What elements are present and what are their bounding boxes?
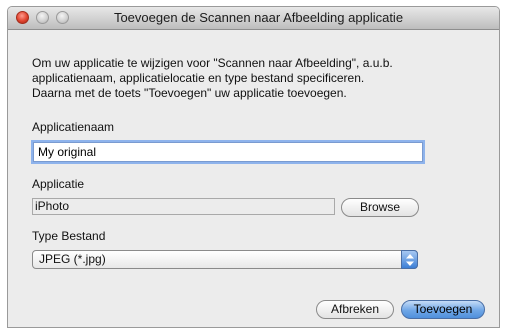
close-icon[interactable] [16,11,29,24]
file-type-select[interactable]: JPEG (*.jpg) [32,250,418,269]
instructions-line-2: applicatienaam, applicatielocatie en typ… [32,71,365,85]
instructions-text: Om uw applicatie te wijzigen voor "Scann… [32,56,472,101]
dialog-window: Toevoegen de Scannen naar Afbeelding app… [7,6,500,328]
cancel-button[interactable]: Afbreken [316,300,394,319]
title-bar: Toevoegen de Scannen naar Afbeelding app… [8,7,499,30]
updown-arrows-icon [401,250,418,269]
instructions-line-3: Daarna met de toets "Toevoegen" uw appli… [32,86,347,100]
zoom-icon[interactable] [56,11,69,24]
app-name-label: Applicatienaam [32,120,115,134]
application-label: Applicatie [32,177,85,191]
instructions-line-1: Om uw applicatie te wijzigen voor "Scann… [32,56,393,70]
application-path-field: iPhoto [32,198,335,215]
browse-button[interactable]: Browse [341,198,419,217]
add-button[interactable]: Toevoegen [401,300,485,319]
window-title: Toevoegen de Scannen naar Afbeelding app… [113,10,404,25]
file-type-value: JPEG (*.jpg) [39,252,106,266]
minimize-icon[interactable] [36,11,49,24]
file-type-label: Type Bestand [32,229,106,243]
app-name-input[interactable]: My original [33,142,423,162]
